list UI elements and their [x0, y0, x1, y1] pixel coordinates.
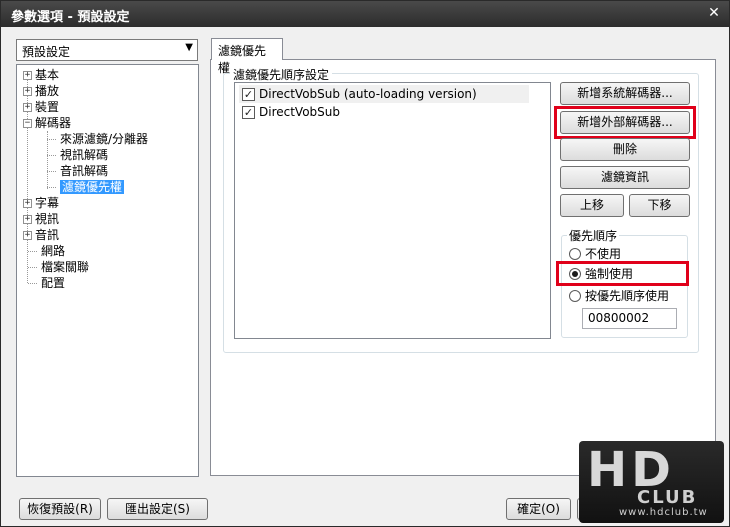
radio-do-not-use[interactable]: 不使用 [569, 246, 621, 262]
radio-icon[interactable] [569, 290, 581, 302]
tree-item-configuration[interactable]: 配置 [28, 275, 65, 291]
tree-item-video[interactable]: + 視訊 [23, 211, 59, 227]
tree-item-audio-decoders[interactable]: 音訊解碼 [47, 163, 108, 179]
settings-tree[interactable]: + 基本 + 播放 + 裝置 − 解碼器 來源濾鏡/分離器 視訊解碼 音訊解碼 濾鏡優先… [16, 64, 199, 477]
priority-value-input[interactable]: 00800002 [582, 308, 677, 329]
tree-item-audio[interactable]: + 音訊 [23, 227, 59, 243]
preset-dropdown[interactable]: 預設設定 ▼ [16, 39, 198, 61]
highlight-box-add-external [554, 106, 696, 139]
chevron-down-icon[interactable]: ▼ [185, 42, 193, 53]
tree-item-decoders[interactable]: − 解碼器 [23, 115, 71, 131]
filter-checkbox[interactable]: ✓ [242, 88, 255, 101]
tab-filter-priority[interactable]: 濾鏡優先權 [211, 38, 283, 75]
tree-item-network[interactable]: 網路 [28, 243, 65, 259]
filter-priority-group-label: 濾鏡優先順序設定 [230, 66, 333, 83]
hdclub-watermark-logo: HD CLUB www.hdclub.tw [579, 441, 724, 523]
title-bar: 參數選項 - 預設設定 ✕ [1, 1, 729, 27]
window-title: 參數選項 - 預設設定 [11, 10, 130, 25]
list-item[interactable]: ✓ DirectVobSub [239, 103, 529, 121]
highlight-box-force-use [556, 261, 689, 286]
tree-item-basic[interactable]: + 基本 [23, 67, 59, 83]
close-icon[interactable]: ✕ [705, 4, 723, 22]
radio-icon[interactable] [569, 248, 581, 260]
move-down-button[interactable]: 下移 [629, 194, 690, 217]
tree-expander-icon[interactable]: + [23, 231, 32, 240]
ok-button[interactable]: 確定(O) [506, 498, 571, 520]
filter-list[interactable]: ✓ DirectVobSub (auto-loading version) ✓ … [234, 82, 551, 339]
reset-defaults-button[interactable]: 恢復預設(R) [19, 498, 101, 520]
tree-expander-icon[interactable]: + [23, 215, 32, 224]
tree-item-video-decoders[interactable]: 視訊解碼 [47, 147, 108, 163]
list-item[interactable]: ✓ DirectVobSub (auto-loading version) [239, 85, 529, 103]
tree-item-file-association[interactable]: 檔案關聯 [28, 259, 89, 275]
delete-button[interactable]: 刪除 [560, 138, 690, 161]
tree-item-device[interactable]: + 裝置 [23, 99, 59, 115]
radio-use-by-priority[interactable]: 按優先順序使用 [569, 288, 669, 304]
priority-group-label: 優先順序 [567, 227, 620, 244]
move-up-button[interactable]: 上移 [560, 194, 624, 217]
preset-dropdown-value: 預設設定 [22, 45, 71, 59]
add-system-decoder-button[interactable]: 新增系統解碼器... [560, 82, 690, 105]
tree-expander-icon[interactable]: + [23, 71, 32, 80]
tree-item-filter-priority[interactable]: 濾鏡優先權 [47, 179, 125, 195]
tree-item-playback[interactable]: + 播放 [23, 83, 59, 99]
tree-expander-icon[interactable]: + [23, 199, 32, 208]
preferences-window: 參數選項 - 預設設定 ✕ 預設設定 ▼ + 基本 + 播放 + 裝置 − 解碼器 來源… [0, 0, 730, 527]
filter-checkbox[interactable]: ✓ [242, 106, 255, 119]
export-settings-button[interactable]: 匯出設定(S) [107, 498, 208, 520]
filter-info-button[interactable]: 濾鏡資訊 [560, 166, 690, 189]
tree-item-source-filters[interactable]: 來源濾鏡/分離器 [47, 131, 148, 147]
tree-expander-icon[interactable]: + [23, 103, 32, 112]
tree-collapse-icon[interactable]: − [23, 119, 32, 128]
tree-expander-icon[interactable]: + [23, 87, 32, 96]
tree-item-subtitles[interactable]: + 字幕 [23, 195, 59, 211]
